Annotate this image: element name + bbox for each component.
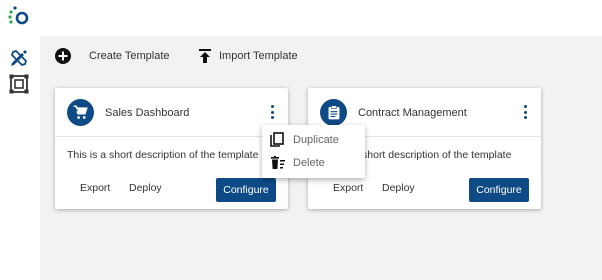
more-options-button[interactable] <box>519 103 531 121</box>
design-tools-icon[interactable] <box>9 48 29 68</box>
configure-button[interactable]: Configure <box>216 178 276 202</box>
export-button[interactable]: Export <box>80 182 110 194</box>
export-button[interactable]: Export <box>333 182 363 194</box>
kebab-dot <box>270 105 274 108</box>
shopping-cart-icon <box>73 105 88 119</box>
delete-icon <box>271 156 285 169</box>
menu-item-label: Delete <box>293 157 325 169</box>
card-title: Sales Dashboard <box>105 107 190 119</box>
card-avatar <box>320 99 347 126</box>
copy-icon <box>270 132 284 147</box>
import-template-label: Import Template <box>219 50 298 62</box>
kebab-dot <box>523 105 527 108</box>
kebab-dot <box>523 110 527 114</box>
sidebar <box>0 36 40 280</box>
menu-item-label: Duplicate <box>293 134 339 146</box>
clipboard-icon <box>328 105 339 120</box>
kebab-dot <box>270 110 274 114</box>
card-description: This is a short description of the templ… <box>67 149 259 161</box>
menu-item-delete[interactable]: Delete <box>262 152 365 174</box>
kebab-dot <box>270 116 274 119</box>
context-menu: Duplicate Delete <box>262 125 365 178</box>
deploy-button[interactable]: Deploy <box>382 182 415 194</box>
upload-icon <box>199 49 211 63</box>
card-avatar <box>67 99 94 126</box>
card-header: Sales Dashboard <box>55 88 288 136</box>
create-template-button[interactable]: Create Template <box>54 46 170 66</box>
card-actions: Export Deploy Configure <box>308 178 541 202</box>
add-circle-icon <box>55 48 71 64</box>
template-card: Sales Dashboard This is a short descript… <box>55 88 288 209</box>
menu-item-duplicate[interactable]: Duplicate <box>262 129 365 151</box>
top-bar <box>0 0 602 36</box>
import-template-button[interactable]: Import Template <box>198 46 298 66</box>
card-actions: Export Deploy Configure <box>55 178 288 202</box>
template-frame-icon[interactable] <box>9 74 29 94</box>
card-divider <box>55 136 288 137</box>
more-options-button[interactable] <box>266 103 278 121</box>
kebab-dot <box>523 116 527 119</box>
spinner-dots-logo-icon[interactable] <box>7 5 31 29</box>
configure-button[interactable]: Configure <box>469 178 529 202</box>
deploy-button[interactable]: Deploy <box>129 182 162 194</box>
create-template-label: Create Template <box>89 50 170 62</box>
card-title: Contract Management <box>358 107 467 119</box>
